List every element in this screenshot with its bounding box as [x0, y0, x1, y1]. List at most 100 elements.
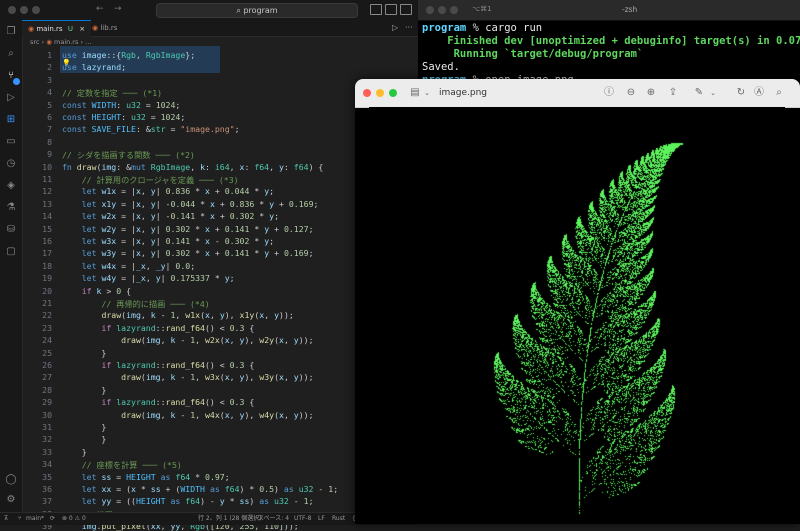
- markup-toolbar-icon[interactable]: Ⓐ: [753, 87, 765, 99]
- gear-icon[interactable]: ⚙: [5, 494, 17, 506]
- fern-image: [369, 107, 785, 524]
- remote-icon[interactable]: ⊼: [4, 513, 8, 525]
- status-encoding[interactable]: UTF-8: [294, 513, 312, 525]
- status-position[interactable]: 行 2、列 1 (28 個選択): [198, 513, 262, 525]
- code-line: draw(img, k - 1, w2x(x, y), w2y(x, y));: [121, 335, 314, 346]
- search-icon[interactable]: ⌕: [773, 87, 785, 99]
- code-line: let w3x = |x, y| 0.141 * x - 0.302 * y;: [81, 236, 275, 246]
- panel-icon[interactable]: [385, 4, 397, 15]
- line-number: 30: [42, 409, 52, 420]
- branch-icon: ⑂: [18, 515, 22, 522]
- line-number: 32: [42, 434, 52, 445]
- search-icon[interactable]: ⌕: [5, 48, 17, 60]
- code-line: draw(img, k - 1, w3x(x, y), w3y(x, y));: [121, 372, 314, 383]
- minimize-window-button[interactable]: [376, 89, 384, 97]
- sync-icon[interactable]: ⟳: [50, 513, 55, 525]
- line-number: 21: [42, 298, 52, 308]
- line-number: 12: [42, 186, 52, 197]
- database-icon[interactable]: ⛁: [5, 224, 17, 236]
- sidebar-toggle-icon[interactable]: ▤: [409, 87, 421, 99]
- zoom-out-icon[interactable]: ⊖: [625, 87, 637, 99]
- run-debug-icon[interactable]: ▷: [5, 92, 17, 104]
- line-number: 1: [47, 50, 52, 60]
- close-window-button[interactable]: [363, 89, 371, 97]
- status-eol[interactable]: LF: [318, 513, 325, 525]
- markup-icon[interactable]: ✎: [693, 87, 705, 99]
- minimize-window-button[interactable]: [438, 6, 446, 14]
- code-line: }: [62, 384, 107, 395]
- code-line: }: [62, 422, 107, 432]
- code-line: let w4x = |_x, _y| 0.0;: [81, 260, 196, 271]
- tab-main-rs[interactable]: ◉ main.rs U ×: [22, 20, 92, 37]
- chat-icon[interactable]: ▢: [5, 246, 17, 258]
- testing-icon[interactable]: ⚗: [5, 202, 17, 214]
- rust-file-icon: ◉: [46, 38, 52, 46]
- line-number: 20: [42, 285, 52, 296]
- fern-canvas: [369, 107, 785, 524]
- clock-icon[interactable]: ◷: [5, 158, 17, 170]
- share-icon[interactable]: ⇪: [667, 87, 679, 99]
- breadcrumb-file[interactable]: main.rs: [54, 38, 78, 46]
- status-branch[interactable]: main*: [26, 513, 44, 525]
- code-line: use image::{Rgb, RgbImage};: [62, 50, 196, 60]
- editor-tabs: ◉ main.rs U × ◉ lib.rs ▷ ···: [22, 20, 418, 37]
- line-number: 28: [42, 384, 52, 395]
- line-number: 6: [47, 112, 52, 122]
- code-line: }: [62, 434, 107, 445]
- explorer-icon[interactable]: ❐: [5, 26, 17, 38]
- line-number: 2: [47, 62, 52, 73]
- activity-bar: ❐ ⌕ ⑂ ▷ ⊞ ▭ ◷ ◈ ⚗ ⛁ ▢ ◯ ⚙: [0, 20, 23, 512]
- line-number: 27: [42, 372, 52, 383]
- breadcrumb-symbol[interactable]: ...: [85, 38, 91, 46]
- maximize-window-button[interactable]: [389, 89, 397, 97]
- account-icon[interactable]: ◯: [5, 474, 17, 486]
- maximize-window-button[interactable]: [450, 6, 458, 14]
- code-line: let w1x = |x, y| 0.836 * x + 0.044 * y;: [81, 186, 275, 197]
- minimize-window-button[interactable]: [20, 6, 28, 14]
- more-actions-icon[interactable]: ···: [405, 23, 413, 32]
- line-number: 3: [47, 74, 52, 85]
- code-line: const HEIGHT: u32 = 1024;: [62, 112, 186, 122]
- code-line: if lazyrand::rand_f64() < 0.3 {: [101, 322, 255, 333]
- code-line: }: [62, 347, 107, 358]
- line-number: 4: [47, 87, 52, 98]
- run-icon[interactable]: ▷: [392, 23, 398, 32]
- docker-icon[interactable]: ◈: [5, 180, 17, 192]
- untracked-badge: U: [67, 25, 73, 33]
- line-number: 14: [42, 211, 52, 222]
- info-icon[interactable]: ⓘ: [603, 87, 615, 99]
- chevron-down-icon[interactable]: ⌄: [421, 87, 433, 99]
- code-line: const SAVE_FILE: &str = "image.png";: [62, 124, 240, 135]
- tab-lib-rs[interactable]: ◉ lib.rs: [86, 20, 123, 36]
- status-spaces[interactable]: スペース: 4: [258, 513, 289, 525]
- sidebar-toggle-icon[interactable]: [400, 4, 412, 15]
- code-line: let w4y = |_x, y| 0.175337 * y;: [81, 273, 235, 284]
- layout-icon[interactable]: [370, 4, 382, 15]
- line-number: 37: [42, 496, 52, 507]
- remote-explorer-icon[interactable]: ▭: [5, 136, 17, 148]
- code-line: // 定数を指定 ─── (*1): [62, 88, 163, 99]
- line-number: 36: [42, 484, 52, 494]
- maximize-window-button[interactable]: [32, 6, 40, 14]
- extensions-icon[interactable]: ⊞: [5, 114, 17, 126]
- code-line: if k > 0 {: [81, 285, 132, 296]
- command-search[interactable]: ⌕ program: [156, 3, 358, 18]
- forward-arrow-icon[interactable]: →: [114, 4, 122, 14]
- zoom-in-icon[interactable]: ⊕: [645, 87, 657, 99]
- code-line: let yy = ((HEIGHT as f64) - y * ss) as u…: [81, 496, 314, 507]
- code-line: let xx = (x * ss + (WIDTH as f64) * 0.5)…: [81, 484, 339, 494]
- errors-icon[interactable]: ⊗ 0 ⚠ 0: [62, 513, 86, 525]
- close-icon[interactable]: ×: [79, 25, 85, 33]
- close-window-button[interactable]: [8, 6, 16, 14]
- breadcrumb-folder[interactable]: src: [30, 38, 40, 46]
- line-number: 16: [42, 236, 52, 246]
- line-number: 22: [42, 310, 52, 321]
- status-language[interactable]: Rust: [332, 513, 345, 525]
- rotate-icon[interactable]: ↻: [735, 87, 747, 99]
- line-number: 9: [47, 149, 52, 160]
- close-window-button[interactable]: [426, 6, 434, 14]
- terminal-title: -zsh: [622, 5, 638, 14]
- code-line: // シダを描画する関数 ─── (*2): [62, 150, 195, 161]
- chevron-down-icon[interactable]: ⌄: [707, 87, 719, 99]
- back-arrow-icon[interactable]: ←: [96, 4, 104, 14]
